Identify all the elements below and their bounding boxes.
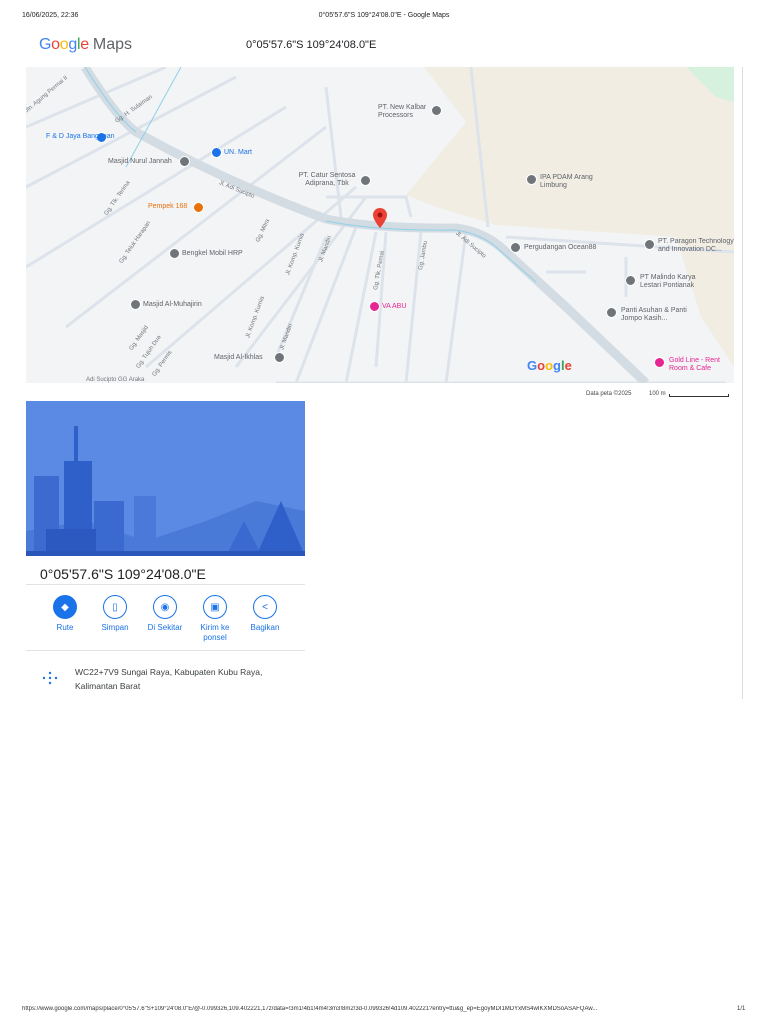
scale-bar (669, 394, 729, 397)
place-label[interactable]: Panti Asuhan & Panti Jompo Kasih... (621, 307, 693, 323)
print-title: 0°05'57.6"S 109°24'08.0"E - Google Maps (318, 12, 450, 19)
place-label[interactable]: F & D Jaya Bangunan (46, 133, 115, 141)
place-label[interactable]: PT Malindo Karya Lestari Pontianak (640, 274, 710, 290)
place-pin-icon[interactable] (625, 275, 636, 286)
place-pin-icon[interactable] (169, 248, 180, 259)
place-label[interactable]: PT. New Kalbar Processors (378, 104, 430, 120)
place-label[interactable]: Masjid Al-Muhajirin (143, 301, 202, 309)
print-url: https://www.google.com/maps/place/0°05'5… (22, 1006, 598, 1012)
share-icon: < (253, 595, 277, 619)
place-label[interactable]: Masjid Al-Ikhlas (214, 354, 263, 362)
maps-wordmark: Maps (92, 36, 132, 53)
place-pin-icon[interactable] (510, 242, 521, 253)
place-pin-icon[interactable] (526, 174, 537, 185)
directions-icon: ◆ (53, 595, 77, 619)
nearby-button[interactable]: ◉ Di Sekitar (137, 595, 193, 633)
shopping-cart-icon[interactable] (211, 147, 222, 158)
mosque-icon[interactable] (179, 156, 190, 167)
map-view[interactable]: F & D Jaya Bangunan UN. Mart Masjid Nuru… (26, 67, 734, 383)
scrollbar[interactable] (742, 67, 743, 699)
place-label[interactable]: Pergudangan Ocean88 (524, 244, 596, 252)
location-pin-icon[interactable] (373, 208, 387, 228)
place-label[interactable]: Pempek 168 (148, 203, 187, 211)
nearby-icon: ◉ (153, 595, 177, 619)
plus-code-icon (42, 671, 58, 685)
place-label[interactable]: IPA PDAM Arang Limbung (540, 174, 600, 190)
send-to-phone-button[interactable]: ▣ Kirim ke ponsel (187, 595, 243, 643)
hotel-icon[interactable] (369, 301, 380, 312)
mosque-icon[interactable] (130, 299, 141, 310)
bookmark-icon: ▯ (103, 595, 127, 619)
send-to-phone-icon: ▣ (203, 595, 227, 619)
place-label[interactable]: PT. Catur Sentosa Adiprana, Tbk (296, 172, 358, 188)
map-attribution[interactable]: Data peta ©2025 (586, 391, 631, 397)
place-label[interactable]: PT. Paragon Technology and Innovation DC… (658, 238, 734, 254)
print-page-number: 1/1 (737, 1006, 746, 1012)
place-pin-icon[interactable] (431, 105, 442, 116)
place-pin-icon[interactable] (360, 175, 371, 186)
place-label[interactable]: UN. Mart (224, 149, 252, 157)
divider (26, 650, 305, 651)
place-label[interactable]: Masjid Nurul Jannah (108, 158, 172, 166)
place-hero-illustration (26, 401, 305, 556)
restaurant-icon[interactable] (193, 202, 204, 213)
scale-label[interactable]: 100 m (649, 391, 666, 397)
place-label[interactable]: Bengkel Mobil HRP (182, 250, 243, 258)
mosque-icon[interactable] (274, 352, 285, 363)
street-label: Adi Sucipto GG Araka (86, 377, 145, 383)
google-watermark: Google (527, 358, 572, 373)
place-pin-icon[interactable] (606, 307, 617, 318)
place-label[interactable]: VA ABU (382, 303, 406, 311)
place-label[interactable]: Gold Line - Rent Room & Cafe (669, 357, 733, 373)
place-pin-icon[interactable] (644, 239, 655, 250)
share-button[interactable]: < Bagikan (237, 595, 293, 633)
plus-code-address[interactable]: WC22+7V9 Sungai Raya, Kabupaten Kubu Ray… (75, 665, 262, 693)
save-button[interactable]: ▯ Simpan (87, 595, 143, 633)
google-maps-logo[interactable]: Google Maps (39, 36, 132, 54)
place-title: 0°05'57.6"S 109°24'08.0"E (40, 566, 206, 582)
header-coordinates: 0°05'57.6"S 109°24'08.0"E (246, 39, 377, 51)
divider (26, 584, 305, 585)
hotel-icon[interactable] (654, 357, 665, 368)
directions-button[interactable]: ◆ Rute (37, 595, 93, 633)
google-wordmark: Google (39, 36, 89, 53)
city-skyline-illustration (26, 401, 305, 556)
